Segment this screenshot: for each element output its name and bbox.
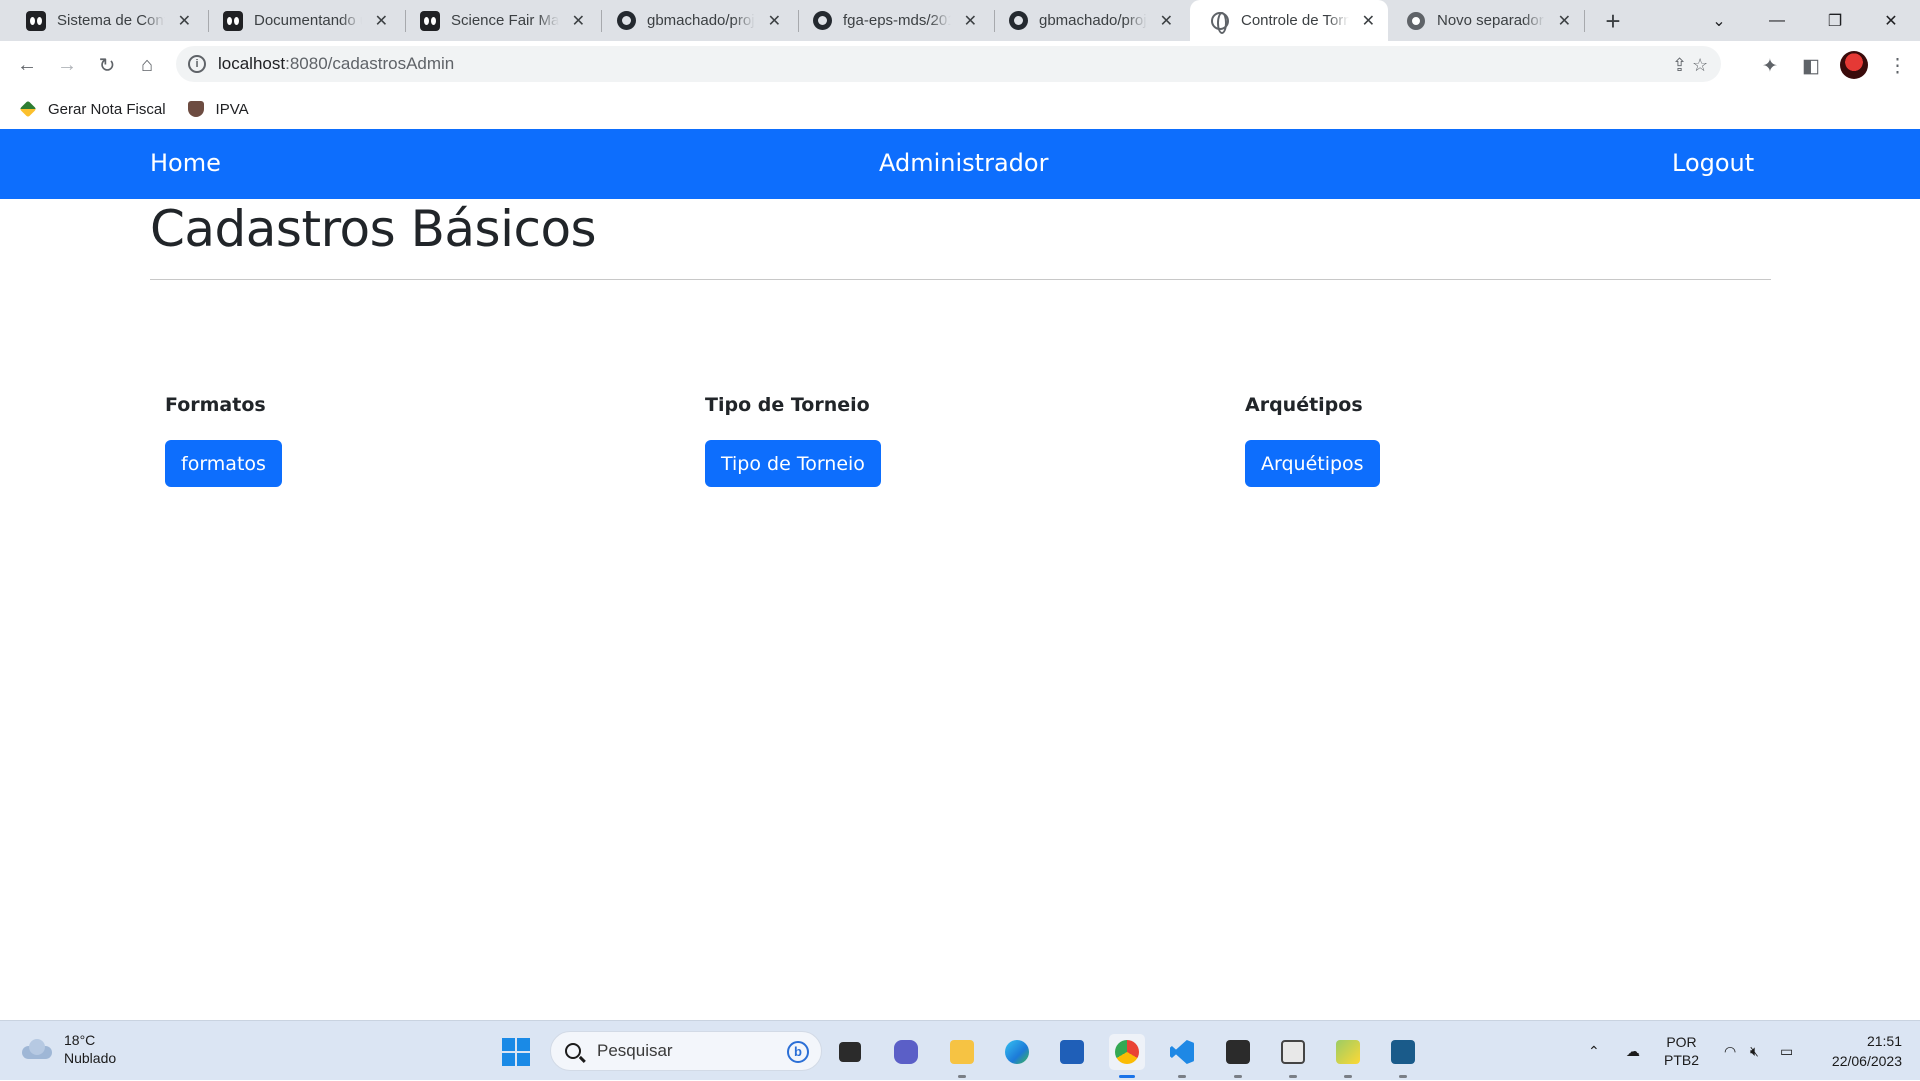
teams-chat-icon[interactable] xyxy=(888,1034,924,1070)
section-formatos: Formatos formatos xyxy=(165,394,282,487)
bookmark-gerar-nota-fiscal[interactable]: Gerar Nota Fiscal xyxy=(19,100,166,118)
weather-desc: Nublado xyxy=(64,1050,117,1066)
back-icon[interactable]: ← xyxy=(13,51,41,79)
weather-temp: 18°C xyxy=(64,1032,96,1048)
bing-icon[interactable]: b xyxy=(787,1041,809,1063)
new-tab-button[interactable]: + xyxy=(1598,6,1628,37)
ipva-icon xyxy=(187,101,204,117)
extensions-icon[interactable]: ✦ xyxy=(1762,55,1778,78)
section-heading: Arquétipos xyxy=(1245,394,1363,416)
section-heading: Formatos xyxy=(165,394,266,416)
taskbar-search[interactable]: Pesquisar b xyxy=(550,1031,822,1071)
show-hidden-icons[interactable]: ⌃ xyxy=(1588,1021,1600,1081)
home-icon[interactable]: ⌂ xyxy=(133,51,161,79)
nav-admin-link[interactable]: Administrador xyxy=(879,149,1048,177)
page-title: Cadastros Básicos xyxy=(150,200,597,258)
onedrive-icon[interactable]: ☁ xyxy=(1626,1021,1640,1081)
close-tab-icon[interactable]: ✕ xyxy=(1557,11,1572,31)
forward-icon[interactable]: → xyxy=(53,51,81,79)
formatos-button[interactable]: formatos xyxy=(165,440,282,487)
close-tab-icon[interactable]: ✕ xyxy=(963,11,978,31)
workbench-icon[interactable] xyxy=(1385,1034,1421,1078)
site-info-icon[interactable]: i xyxy=(188,55,206,73)
medium-icon xyxy=(420,10,440,31)
nav-home-link[interactable]: Home xyxy=(150,149,221,177)
github-icon xyxy=(812,11,832,31)
browser-tab-active[interactable]: Controle de Torne ✕ xyxy=(1190,0,1388,41)
cloud-icon xyxy=(20,1038,54,1060)
url-text: localhost:8080/cadastrosAdmin xyxy=(218,54,455,73)
profile-avatar[interactable] xyxy=(1840,51,1868,79)
vscode-icon[interactable] xyxy=(1164,1034,1200,1078)
notepad-icon[interactable] xyxy=(1275,1034,1311,1078)
browser-tab[interactable]: Novo separador ✕ xyxy=(1386,0,1584,41)
start-icon[interactable] xyxy=(502,1038,530,1066)
section-heading: Tipo de Torneio xyxy=(705,394,870,416)
chrome-taskbar-icon[interactable] xyxy=(1109,1034,1145,1078)
close-tab-icon[interactable]: ✕ xyxy=(767,11,782,31)
browser-tab[interactable]: Sistema de Contr ✕ xyxy=(6,0,204,41)
paint-icon[interactable] xyxy=(1330,1034,1366,1078)
browser-tab[interactable]: fga-eps-mds/201 ✕ xyxy=(792,0,990,41)
microsoft-store-icon[interactable] xyxy=(1054,1034,1090,1070)
arquetipos-button[interactable]: Arquétipos xyxy=(1245,440,1380,487)
share-icon[interactable]: ⇪ xyxy=(1672,55,1687,76)
terminal-icon[interactable] xyxy=(1220,1034,1256,1078)
browser-tab[interactable]: Science Fair Mana ✕ xyxy=(400,0,598,41)
wifi-icon[interactable]: ◠ xyxy=(1724,1021,1736,1081)
title-divider xyxy=(150,279,1771,280)
browser-tab[interactable]: gbmachado/proje ✕ xyxy=(988,0,1186,41)
side-panel-icon[interactable]: ◧ xyxy=(1802,55,1820,78)
weather-widget[interactable]: 18°C Nublado xyxy=(20,1031,116,1067)
chrome-icon xyxy=(1406,11,1426,31)
search-icon xyxy=(565,1043,581,1059)
address-bar[interactable]: i localhost:8080/cadastrosAdmin ⇪ ☆ xyxy=(176,46,1721,82)
minimize-button[interactable]: — xyxy=(1748,0,1806,41)
top-navbar: Home Administrador Logout xyxy=(0,129,1920,199)
github-icon xyxy=(1008,11,1028,31)
close-tab-icon[interactable]: ✕ xyxy=(177,11,192,31)
nav-logout-link[interactable]: Logout xyxy=(1672,149,1754,177)
close-window-button[interactable]: ✕ xyxy=(1862,0,1920,41)
bookmarks-bar: Gerar Nota Fiscal IPVA xyxy=(0,89,1920,129)
close-tab-icon[interactable]: ✕ xyxy=(374,11,389,31)
file-explorer-icon[interactable] xyxy=(944,1034,980,1078)
browser-tab[interactable]: gbmachado/proje ✕ xyxy=(596,0,794,41)
close-tab-icon[interactable]: ✕ xyxy=(1159,11,1174,31)
tab-strip: Sistema de Contr ✕ Documentando u ✕ Scie… xyxy=(0,0,1920,41)
section-arquetipos: Arquétipos Arquétipos xyxy=(1245,394,1380,487)
battery-icon[interactable]: ▭ xyxy=(1780,1021,1793,1081)
reload-icon[interactable]: ↻ xyxy=(93,51,121,79)
tipo-de-torneio-button[interactable]: Tipo de Torneio xyxy=(705,440,881,487)
close-tab-icon[interactable]: ✕ xyxy=(571,11,586,31)
language-indicator[interactable]: POR PTB2 xyxy=(1664,1021,1699,1081)
menu-icon[interactable]: ⋮ xyxy=(1888,55,1907,78)
restore-button[interactable]: ❐ xyxy=(1806,0,1864,41)
bookmark-ipva[interactable]: IPVA xyxy=(187,101,249,118)
tab-search-icon[interactable]: ⌄ xyxy=(1690,0,1748,41)
taskbar: 18°C Nublado Pesquisar b ⌃ ☁ POR PTB2 ◠ … xyxy=(0,1020,1920,1080)
browser-toolbar: ← → ↻ ⌂ i localhost:8080/cadastrosAdmin … xyxy=(0,41,1920,89)
medium-icon xyxy=(26,10,46,31)
section-tipo-de-torneio: Tipo de Torneio Tipo de Torneio xyxy=(705,394,881,487)
browser-tab[interactable]: Documentando u ✕ xyxy=(203,0,401,41)
task-view-icon[interactable] xyxy=(832,1034,868,1070)
edge-icon[interactable] xyxy=(999,1034,1035,1070)
nota-fiscal-icon xyxy=(19,100,37,118)
medium-icon xyxy=(223,10,243,31)
close-tab-icon[interactable]: ✕ xyxy=(1361,11,1376,31)
volume-muted-icon[interactable]: 🔇︎ xyxy=(1750,1021,1759,1081)
bookmark-star-icon[interactable]: ☆ xyxy=(1692,55,1708,76)
system-clock[interactable]: 21:51 22/06/2023 xyxy=(1820,1031,1902,1071)
github-icon xyxy=(616,11,636,31)
globe-icon xyxy=(1210,11,1230,34)
